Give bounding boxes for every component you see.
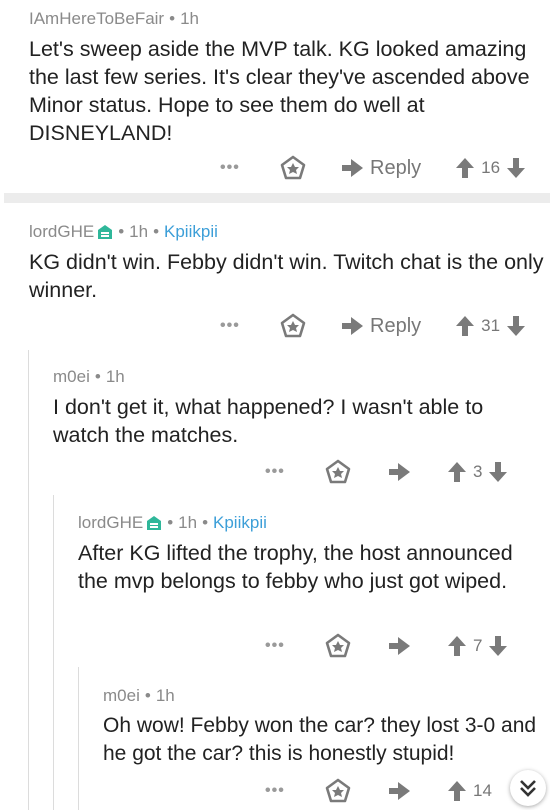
gild-icon xyxy=(325,459,351,484)
upvote-icon xyxy=(448,462,466,482)
comment: IAmHereToBeFair • 1h Let's sweep aside t… xyxy=(29,9,544,147)
meta-separator: • xyxy=(118,222,125,241)
comment-time: 1h xyxy=(129,222,149,241)
meta-separator: • xyxy=(167,513,174,532)
meta-separator: • xyxy=(144,686,151,705)
downvote-button[interactable] xyxy=(488,461,508,483)
comment-time: 1h xyxy=(155,686,175,705)
reply-arrow-icon xyxy=(389,463,410,481)
comment-time: 1h xyxy=(178,513,198,532)
reply-label: Reply xyxy=(370,314,422,337)
downvote-button[interactable] xyxy=(488,635,508,657)
upvote-button[interactable] xyxy=(447,780,467,802)
thread-line[interactable] xyxy=(28,350,29,810)
comment-actions: ••• Reply 31 xyxy=(220,311,526,341)
comment-actions: ••• 3 xyxy=(265,457,508,487)
vote-score: 7 xyxy=(473,636,483,655)
comment-time: 1h xyxy=(180,9,199,28)
gild-icon xyxy=(280,155,306,180)
user-flair: Kpiikpii xyxy=(213,513,267,532)
comment-actions: ••• 7 xyxy=(265,631,508,661)
more-options-button[interactable]: ••• xyxy=(265,782,305,800)
upvote-button[interactable] xyxy=(455,315,475,337)
comment-divider xyxy=(4,193,550,203)
reply-arrow-icon xyxy=(342,317,363,335)
user-flair: Kpiikpii xyxy=(164,222,218,241)
more-options-button[interactable]: ••• xyxy=(220,159,260,177)
comment-author[interactable]: m0ei xyxy=(53,367,90,387)
comment-time: 1h xyxy=(105,367,125,386)
vote-score: 31 xyxy=(481,316,501,335)
reply-label: Reply xyxy=(370,156,422,179)
collapse-chevrons-icon xyxy=(520,780,536,797)
reply-arrow-icon xyxy=(389,782,410,800)
reply-button[interactable]: Reply xyxy=(340,315,421,338)
comment-actions: ••• Reply 16 xyxy=(220,153,526,183)
upvote-icon xyxy=(448,781,466,801)
gild-icon xyxy=(280,313,306,338)
meta-separator: • xyxy=(169,9,176,28)
upvote-icon xyxy=(456,316,475,336)
more-options-button[interactable]: ••• xyxy=(265,637,305,655)
upvote-icon xyxy=(456,158,475,178)
gild-button[interactable] xyxy=(325,459,351,485)
upvote-button[interactable] xyxy=(447,635,467,657)
comment: lordGHE • 1h • Kpiikpii After KG lifted … xyxy=(78,513,543,595)
comment-actions: ••• 14 xyxy=(265,776,498,806)
comment: m0ei • 1h I don't get it, what happened?… xyxy=(53,367,543,449)
gild-button[interactable] xyxy=(280,313,306,339)
reply-arrow-icon xyxy=(342,159,363,177)
downvote-icon xyxy=(489,462,508,482)
gild-button[interactable] xyxy=(325,778,351,804)
meta-separator: • xyxy=(153,222,160,241)
comment-body: KG didn't win. Febby didn't win. Twitch … xyxy=(29,250,544,302)
upvote-button[interactable] xyxy=(455,157,475,179)
mod-shield-icon xyxy=(147,516,162,530)
comment-author[interactable]: lordGHE xyxy=(78,513,143,533)
upvote-icon xyxy=(448,636,466,656)
downvote-button[interactable] xyxy=(506,315,526,337)
downvote-icon xyxy=(489,636,508,656)
comment-author[interactable]: lordGHE xyxy=(29,222,94,242)
downvote-icon xyxy=(507,158,526,178)
vote-score: 16 xyxy=(481,158,501,177)
gild-icon xyxy=(325,633,351,658)
comment: lordGHE • 1h • Kpiikpii KG didn't win. F… xyxy=(29,222,544,304)
comment-body: Let's sweep aside the MVP talk. KG looke… xyxy=(29,37,530,145)
more-options-button[interactable]: ••• xyxy=(220,317,260,335)
reply-button[interactable] xyxy=(387,781,411,801)
mod-shield-icon xyxy=(98,225,113,239)
collapse-thread-button[interactable] xyxy=(510,770,546,806)
comment-author[interactable]: IAmHereToBeFair xyxy=(29,9,164,29)
comment-body: I don't get it, what happened? I wasn't … xyxy=(53,395,484,447)
gild-button[interactable] xyxy=(280,155,306,181)
more-options-button[interactable]: ••• xyxy=(265,463,305,481)
thread-line[interactable] xyxy=(53,495,54,810)
comment-author[interactable]: m0ei xyxy=(103,686,140,706)
vote-score: 14 xyxy=(473,781,492,800)
meta-separator: • xyxy=(94,367,101,386)
meta-separator: • xyxy=(202,513,209,532)
gild-icon xyxy=(325,778,351,803)
thread-line[interactable] xyxy=(78,667,79,810)
comment-meta: IAmHereToBeFair • 1h xyxy=(29,9,544,29)
reply-arrow-icon xyxy=(389,637,410,655)
reply-button[interactable] xyxy=(387,636,411,656)
reply-button[interactable]: Reply xyxy=(340,157,421,180)
comment-body: Oh wow! Febby won the car? they lost 3-0… xyxy=(103,714,537,765)
comment-body: After KG lifted the trophy, the host ann… xyxy=(78,541,513,593)
reply-button[interactable] xyxy=(387,462,411,482)
gild-button[interactable] xyxy=(325,633,351,659)
downvote-icon xyxy=(507,316,526,336)
vote-score: 3 xyxy=(473,462,483,481)
comment: m0ei • 1h Oh wow! Febby won the car? the… xyxy=(103,686,548,768)
comment-meta: lordGHE • 1h • Kpiikpii xyxy=(78,513,543,533)
upvote-button[interactable] xyxy=(447,461,467,483)
comment-meta: m0ei • 1h xyxy=(103,686,548,706)
downvote-button[interactable] xyxy=(506,157,526,179)
comment-meta: m0ei • 1h xyxy=(53,367,543,387)
comment-meta: lordGHE • 1h • Kpiikpii xyxy=(29,222,544,242)
